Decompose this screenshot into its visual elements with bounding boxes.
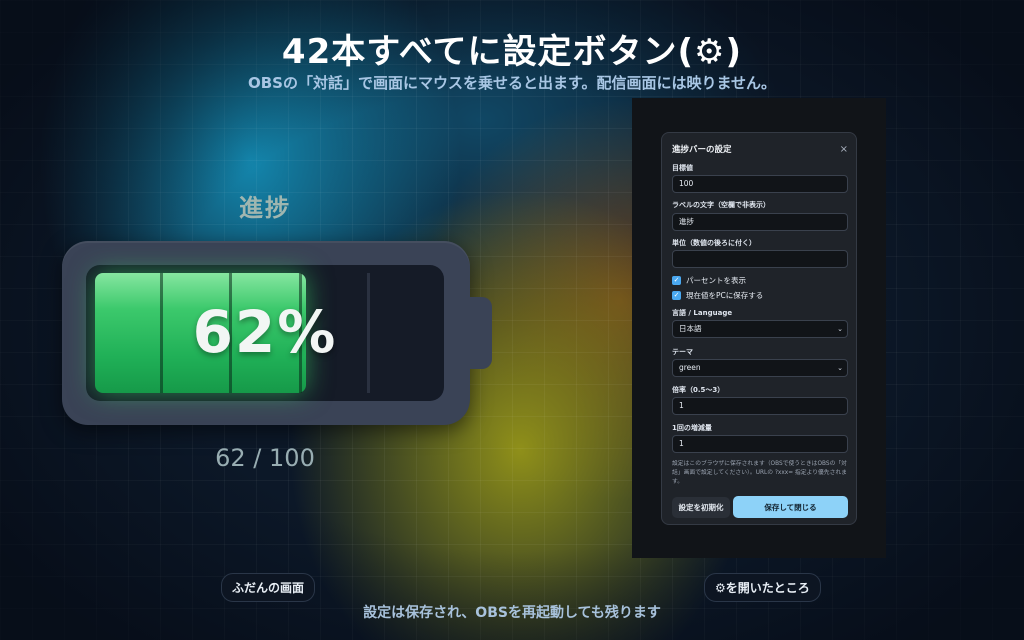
reset-settings-button[interactable]: 設定を初期化	[672, 497, 730, 518]
dialog-title: 進捗バーの設定	[672, 145, 732, 155]
language-select[interactable]: 日本語 ⌄	[672, 320, 848, 338]
save-to-pc-row[interactable]: ✓ 現在値をPCに保存する	[672, 290, 763, 301]
unit-label: 単位（数値の後ろに付く）	[672, 239, 756, 247]
language-label: 言語 / Language	[672, 309, 733, 317]
scale-input[interactable]: 1	[672, 397, 848, 415]
settings-note: 設定はこのブラウザに保存されます（OBSで使うときはOBSの「対話」画面で設定し…	[672, 461, 847, 485]
show-percent-checkbox[interactable]: ✓	[672, 276, 681, 285]
progress-count: 62 / 100	[215, 444, 315, 472]
theme-label: テーマ	[672, 348, 693, 356]
language-value: 日本語	[679, 324, 702, 333]
chevron-down-icon: ⌄	[837, 364, 843, 372]
step-label: 1回の増減量	[672, 424, 712, 432]
dialog-header: 進捗バーの設定 ×	[672, 143, 848, 156]
chevron-down-icon: ⌄	[837, 325, 843, 333]
close-icon[interactable]: ×	[840, 144, 848, 155]
caption-normal-view: ふだんの画面	[221, 573, 316, 602]
caption-settings-open: ⚙を開いたところ	[704, 573, 821, 602]
theme-value: green	[679, 363, 701, 372]
unit-input[interactable]	[672, 250, 848, 268]
settings-dialog: 進捗バーの設定 × 目標値 100 ラベルの文字（空欄で非表示） 進捗 単位（数…	[661, 132, 857, 525]
battery-terminal	[470, 297, 492, 369]
show-percent-label: パーセントを表示	[686, 276, 746, 285]
theme-select[interactable]: green ⌄	[672, 359, 848, 377]
target-input[interactable]: 100	[672, 175, 848, 193]
save-to-pc-checkbox[interactable]: ✓	[672, 291, 681, 300]
page-subtitle: OBSの「対話」で画面にマウスを乗せると出ます。配信画面には映りません。	[247, 74, 777, 92]
label-text-input[interactable]: 進捗	[672, 213, 848, 231]
step-input[interactable]: 1	[672, 435, 848, 453]
progress-percent: 62%	[192, 298, 338, 366]
label-text-label: ラベルの文字（空欄で非表示）	[672, 201, 770, 209]
show-percent-row[interactable]: ✓ パーセントを表示	[672, 275, 746, 286]
scale-label: 倍率（0.5〜3）	[672, 386, 725, 394]
target-label: 目標値	[672, 164, 693, 172]
save-close-button[interactable]: 保存して閉じる	[733, 496, 848, 518]
page-title: 42本すべてに設定ボタン(⚙)	[281, 32, 743, 72]
footer-note: 設定は保存され、OBSを再起動しても残ります	[363, 605, 661, 621]
progress-label: 進捗	[239, 194, 291, 222]
save-to-pc-label: 現在値をPCに保存する	[686, 291, 764, 300]
